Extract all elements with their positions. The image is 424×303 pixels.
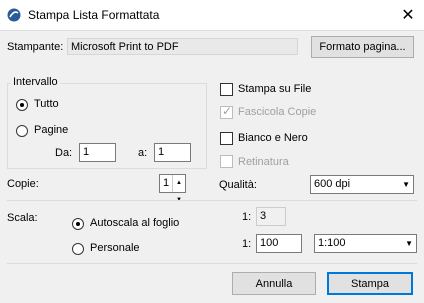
- print-to-file-label[interactable]: Stampa su File: [238, 83, 311, 95]
- scale-custom-ratio-input[interactable]: 100: [256, 234, 302, 253]
- close-icon[interactable]: ✕: [398, 5, 418, 25]
- scale-custom-radio[interactable]: [72, 243, 84, 255]
- footer-separator: [7, 263, 417, 264]
- title-divider: [0, 30, 424, 31]
- scale-preset-select[interactable]: 1:100 ▼: [314, 234, 417, 253]
- scale-custom-label[interactable]: Personale: [90, 242, 140, 254]
- range-pages-label[interactable]: Pagine: [34, 124, 68, 136]
- scale-fit-radio[interactable]: [72, 218, 84, 230]
- copies-value: 1: [163, 177, 170, 189]
- black-white-checkbox[interactable]: [220, 132, 233, 145]
- scale-fit-ratio-label: 1:: [242, 211, 252, 223]
- quality-select[interactable]: 600 dpi ▼: [310, 175, 414, 194]
- printer-label: Stampante:: [7, 41, 64, 53]
- chevron-down-icon: ▼: [405, 239, 413, 248]
- window-title: Stampa Lista Formattata: [28, 8, 160, 22]
- to-page-input[interactable]: 1: [154, 143, 191, 162]
- printer-name-field: Microsoft Print to PDF: [67, 38, 298, 55]
- scale-fit-label[interactable]: Autoscala al foglio: [90, 217, 179, 229]
- section-separator: [7, 200, 417, 201]
- hatching-label: Retinatura: [238, 156, 289, 168]
- print-to-file-checkbox[interactable]: [220, 83, 233, 96]
- scale-fit-ratio-field: 3: [256, 207, 286, 226]
- black-white-label[interactable]: Bianco e Nero: [238, 132, 308, 144]
- from-page-input[interactable]: 1: [79, 143, 116, 162]
- range-group-title: Intervallo: [11, 76, 60, 88]
- page-format-button[interactable]: Formato pagina...: [311, 36, 414, 58]
- collate-checkbox: [220, 104, 233, 119]
- copies-label: Copie:: [7, 178, 39, 190]
- range-pages-radio[interactable]: [16, 125, 28, 137]
- spin-up-icon[interactable]: ▲: [173, 175, 185, 192]
- scale-label: Scala:: [7, 212, 38, 224]
- chevron-down-icon: ▼: [402, 180, 410, 189]
- to-label: a:: [138, 147, 148, 159]
- from-label: Da:: [55, 147, 73, 159]
- range-all-radio[interactable]: [16, 99, 28, 111]
- quality-value: 600 dpi: [314, 178, 351, 190]
- copies-input[interactable]: 1 ▲ ▼: [159, 174, 186, 203]
- app-logo-icon: [7, 8, 21, 22]
- range-all-label[interactable]: Tutto: [34, 98, 59, 110]
- hatching-checkbox: [220, 155, 233, 168]
- print-button[interactable]: Stampa: [327, 272, 413, 295]
- cancel-button[interactable]: Annulla: [232, 272, 316, 295]
- scale-preset-value: 1:100: [318, 237, 346, 249]
- scale-custom-ratio-label: 1:: [242, 238, 252, 250]
- copies-spinner[interactable]: ▲ ▼: [172, 175, 185, 203]
- collate-label: Fascicola Copie: [238, 106, 317, 118]
- quality-label: Qualità:: [219, 179, 257, 191]
